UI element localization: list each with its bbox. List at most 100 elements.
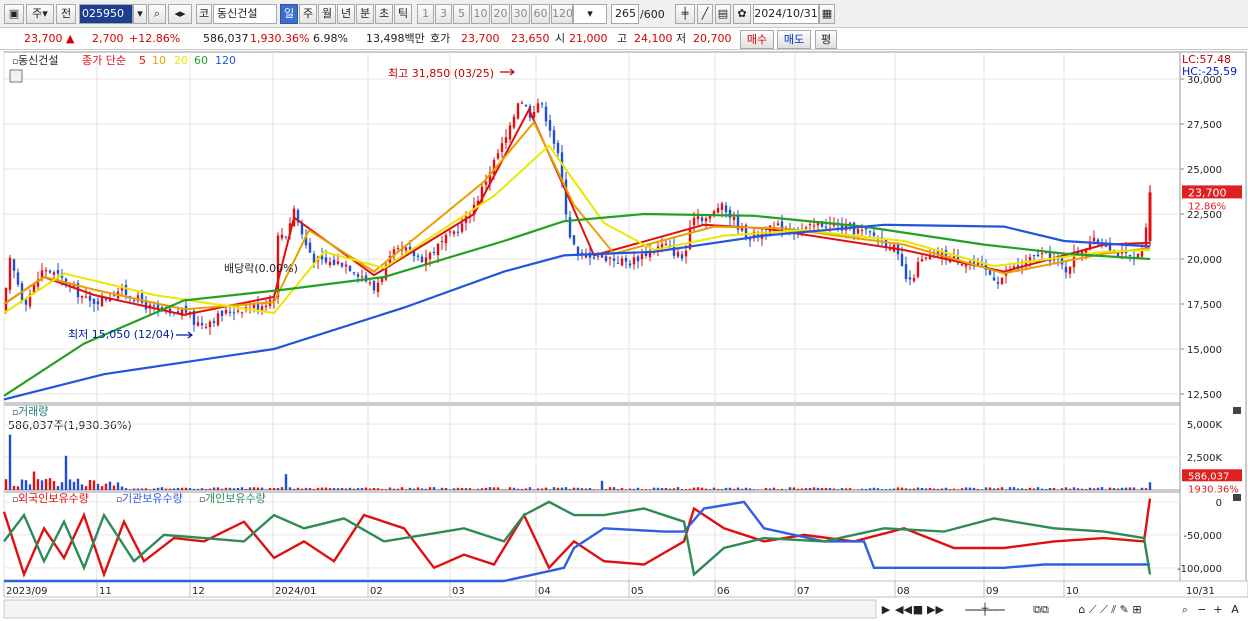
volume-bar [776, 489, 780, 490]
candle-body [328, 262, 332, 266]
volume-bar [820, 488, 824, 490]
volume-bar [464, 488, 468, 490]
zoom-in-icon[interactable]: + [1212, 601, 1224, 619]
volume-bar [892, 488, 896, 490]
volume-bar [880, 489, 884, 490]
candle-body [624, 257, 628, 262]
volume-bar [540, 488, 544, 490]
volume-bar [772, 487, 776, 490]
volume-bar [184, 487, 188, 490]
zoom-back-icon[interactable]: ◀◀ [895, 601, 912, 619]
table-icon [9, 69, 23, 83]
volume-bar [396, 488, 400, 490]
volume-bar [740, 488, 744, 490]
candle-body [232, 312, 236, 314]
volume-bar [36, 479, 40, 490]
volume-bar [268, 487, 272, 490]
price-axis-label: 12,500 [1187, 390, 1222, 401]
candle-body [240, 312, 244, 314]
volume-bar [1032, 488, 1036, 490]
magnifier-icon[interactable]: ⌕ [1178, 601, 1192, 619]
volume-bar [500, 489, 504, 490]
candle-body [616, 262, 620, 264]
volume-bar [244, 488, 248, 490]
volume-bar [372, 487, 376, 490]
chart-canvas[interactable]: 2023/09 11 12 2024/01 02 03 04 05 06 07 08 09 10 10/3… [0, 0, 1248, 621]
volume-bar [368, 488, 372, 490]
candle-body [900, 254, 904, 267]
volume-bar [356, 488, 360, 490]
candle-body [1136, 254, 1140, 258]
candle-body [664, 243, 668, 245]
volume-bar [604, 489, 608, 490]
candle-body [572, 235, 576, 245]
volume-bar [1052, 488, 1056, 490]
volume-bar [240, 487, 244, 490]
zoom-forward-icon[interactable]: ▶▶ [927, 601, 944, 619]
volume-bar [388, 487, 392, 490]
price-axis-label: 20,000 [1187, 255, 1222, 266]
candle-body [220, 310, 224, 316]
volume-bar [1124, 487, 1128, 490]
scroll-right-icon[interactable]: ▶ [880, 601, 892, 619]
volume-axis-label: 2,500K [1187, 453, 1223, 464]
volume-bar [56, 486, 60, 490]
volume-bar [212, 487, 216, 490]
volume-bar [688, 488, 692, 490]
volume-bar [196, 488, 200, 490]
volume-bar [800, 488, 804, 490]
volume-bar [276, 488, 280, 490]
volume-bar [24, 480, 28, 490]
volume-bar [320, 487, 324, 490]
volume-bar [492, 487, 496, 490]
volume-bar [324, 487, 328, 490]
volume-bar [796, 488, 800, 490]
volume-bar [576, 487, 580, 490]
volume-bar [1092, 488, 1096, 490]
candle-body [628, 263, 632, 266]
volume-bar [380, 489, 384, 490]
volume-bar [300, 488, 304, 490]
volume-bar [304, 487, 308, 490]
volume-bar [180, 487, 184, 490]
zoom-out-icon[interactable]: − [1196, 601, 1208, 619]
zoom-slider[interactable]: ⎯⎯⎯╪⎯⎯⎯ [950, 601, 1020, 619]
candle-body [552, 130, 556, 144]
candle-body [920, 259, 924, 262]
foreign-legend: 외국인보유수량 [18, 492, 89, 505]
volume-bar [1128, 487, 1132, 490]
analysis-tools-icon[interactable]: ⌂ ⟋ ⟋ ⫽ ✎ ⊞ [1060, 601, 1160, 619]
volume-bar [116, 482, 120, 490]
candle-body [1032, 255, 1036, 257]
volume-bar [432, 487, 436, 490]
candle-body [280, 234, 284, 239]
ma-period-label: 120 [215, 54, 236, 67]
volume-bar [140, 488, 144, 490]
volume-bar [84, 486, 88, 490]
volume-bar [1064, 487, 1068, 490]
volume-bar [316, 487, 320, 490]
candle-body [804, 227, 808, 229]
candle-body [216, 313, 220, 326]
volume-bar [524, 488, 528, 490]
volume-bar [952, 488, 956, 490]
candle-body [332, 259, 336, 265]
volume-bar [148, 489, 152, 490]
candle-body [504, 137, 508, 144]
volume-bar [172, 488, 176, 490]
candle-body [84, 296, 88, 298]
volume-bar [96, 483, 100, 490]
volume-bar [440, 487, 444, 490]
volume-bar [208, 488, 212, 490]
panel-layout-icon[interactable]: ⧉⧉ [1026, 601, 1056, 619]
candle-body [52, 272, 56, 275]
candle-body [44, 270, 48, 272]
x-axis-label: 08 [897, 586, 910, 597]
volume-bar [872, 487, 876, 490]
candle-body [988, 270, 992, 275]
candle-body [424, 257, 428, 264]
stop-icon[interactable]: ■ [912, 601, 924, 619]
font-size-icon[interactable]: A [1228, 601, 1242, 619]
candle-body [152, 305, 156, 307]
volume-bar [716, 488, 720, 490]
